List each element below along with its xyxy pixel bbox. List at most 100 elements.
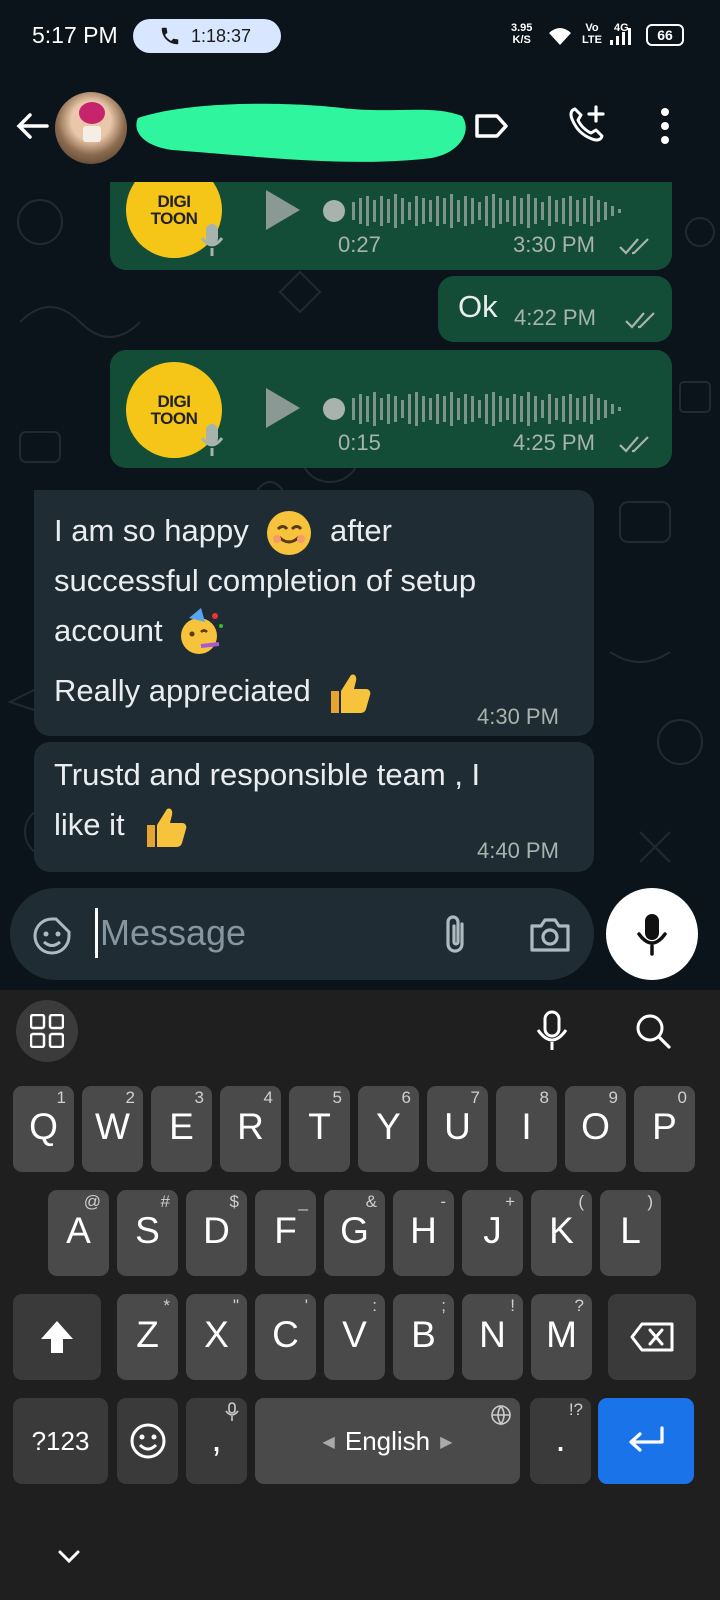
message-text: Ok	[458, 289, 498, 324]
key-label: English	[344, 1426, 431, 1456]
call-timer: 1:18:37	[191, 25, 252, 46]
key-e[interactable]: 3E	[151, 1086, 212, 1172]
redacted-contact-name[interactable]	[132, 96, 470, 168]
key-k[interactable]: (K	[531, 1190, 592, 1276]
message-time: 3:30 PM	[513, 232, 595, 257]
key-u[interactable]: 7U	[427, 1086, 488, 1172]
play-icon[interactable]	[262, 188, 302, 232]
voice-duration: 0:15	[338, 430, 381, 455]
logo-line2: TOON	[150, 209, 198, 228]
key-hint: 8	[539, 1088, 549, 1107]
space-key[interactable]: ◀ English ▶	[255, 1398, 520, 1484]
key-hint: @	[83, 1192, 101, 1211]
key-label: C	[272, 1314, 299, 1355]
key-hint: !?	[568, 1400, 583, 1419]
key-w[interactable]: 2W	[82, 1086, 143, 1172]
play-icon[interactable]	[262, 386, 302, 430]
thumbs-up-emoji-icon	[331, 674, 371, 713]
camera-icon[interactable]	[528, 916, 572, 954]
hide-keyboard-chevron-icon[interactable]	[58, 1550, 80, 1564]
avatar[interactable]	[55, 92, 127, 164]
ongoing-call-pill[interactable]: 1:18:37	[133, 19, 281, 53]
attachment-icon[interactable]	[440, 914, 470, 956]
voice-message[interactable]: DIGI TOON 0:15 4:25 PM	[110, 350, 672, 468]
key-q[interactable]: 1Q	[13, 1086, 74, 1172]
text-message[interactable]: Trustd and responsible team , I like it …	[34, 742, 594, 872]
sticker-icon[interactable]	[32, 916, 72, 956]
key-p[interactable]: 0P	[634, 1086, 695, 1172]
voice-duration: 0:27	[338, 232, 381, 257]
key-label: A	[66, 1210, 91, 1251]
chat-area[interactable]: DIGI TOON 0:27 3:30 PM Ok 4:22 PM DIGI T…	[0, 182, 720, 990]
key-m[interactable]: ? M	[531, 1294, 592, 1380]
key-hint: "	[232, 1296, 239, 1315]
enter-icon	[629, 1426, 664, 1452]
key-label: Q	[29, 1106, 58, 1147]
symbols-key[interactable]: ?123	[13, 1398, 108, 1484]
backspace-icon	[630, 1322, 674, 1352]
message-time: 4:40 PM	[477, 838, 559, 863]
voice-record-button[interactable]	[606, 888, 698, 980]
space-key-label-row: ◀ English ▶	[255, 1426, 520, 1457]
enter-key[interactable]	[598, 1398, 694, 1484]
search-icon[interactable]	[634, 1012, 672, 1050]
key-b[interactable]: ; B	[393, 1294, 454, 1380]
key-hint: ;	[441, 1296, 446, 1315]
key-label: K	[549, 1210, 574, 1251]
chevron-left-icon: ◀	[322, 1433, 335, 1451]
thumbs-up-emoji-icon	[147, 808, 187, 847]
key-z[interactable]: * Z	[117, 1294, 178, 1380]
message-line: like it	[54, 800, 189, 851]
key-label: N	[479, 1314, 506, 1355]
key-v[interactable]: :V	[324, 1294, 385, 1380]
key-hint: 1	[56, 1088, 66, 1107]
message-input[interactable]: Message	[100, 912, 246, 954]
voice-message[interactable]: DIGI TOON 0:27 3:30 PM	[110, 182, 672, 270]
key-h[interactable]: -H	[393, 1190, 454, 1276]
period-key[interactable]: !? .	[530, 1398, 591, 1484]
key-label: X	[204, 1314, 229, 1355]
back-arrow-icon[interactable]	[14, 108, 50, 144]
key-i[interactable]: 8I	[496, 1086, 557, 1172]
voice-input-icon[interactable]	[534, 1010, 570, 1052]
text-message[interactable]: I am so happy after successful completio…	[34, 490, 594, 736]
key-x[interactable]: " X	[186, 1294, 247, 1380]
label-tag-icon[interactable]	[473, 108, 509, 144]
backspace-key[interactable]	[608, 1294, 696, 1380]
shift-key[interactable]	[13, 1294, 101, 1380]
key-label: J	[483, 1210, 502, 1251]
key-f[interactable]: _ F	[255, 1190, 316, 1276]
comma-key[interactable]: ,	[186, 1398, 247, 1484]
add-call-icon[interactable]	[566, 104, 606, 144]
key-c[interactable]: ' C	[255, 1294, 316, 1380]
key-hint: '	[304, 1296, 308, 1315]
key-s[interactable]: # S	[117, 1190, 178, 1276]
message-line: Really appreciated	[54, 666, 373, 717]
more-vert-icon[interactable]	[660, 108, 670, 144]
key-n[interactable]: ! N	[462, 1294, 523, 1380]
key-l[interactable]: ) L	[600, 1190, 661, 1276]
volte-indicator: Vo LTE	[582, 22, 602, 46]
key-g[interactable]: & G	[324, 1190, 385, 1276]
net-speed-unit: K/S	[512, 34, 531, 46]
key-r[interactable]: 4R	[220, 1086, 281, 1172]
key-o[interactable]: 9O	[565, 1086, 626, 1172]
audio-waveform[interactable]	[322, 388, 642, 430]
key-hint: 9	[608, 1088, 618, 1107]
key-d[interactable]: $ D	[186, 1190, 247, 1276]
text-message[interactable]: Ok 4:22 PM	[438, 276, 672, 342]
battery-indicator: 66	[646, 24, 684, 46]
key-label: I	[521, 1106, 532, 1147]
emoji-smile-icon	[130, 1423, 166, 1459]
emoji-key[interactable]	[117, 1398, 178, 1484]
key-a[interactable]: @ A	[48, 1190, 109, 1276]
key-hint: 6	[401, 1088, 411, 1107]
wifi-icon	[549, 28, 571, 45]
message-composer[interactable]: Message	[10, 888, 594, 980]
logo-line1: DIGI	[157, 192, 191, 211]
audio-waveform[interactable]	[322, 190, 642, 232]
key-j[interactable]: + J	[462, 1190, 523, 1276]
key-y[interactable]: 6Y	[358, 1086, 419, 1172]
key-t[interactable]: 5T	[289, 1086, 350, 1172]
apps-grid-button[interactable]	[16, 1000, 78, 1062]
